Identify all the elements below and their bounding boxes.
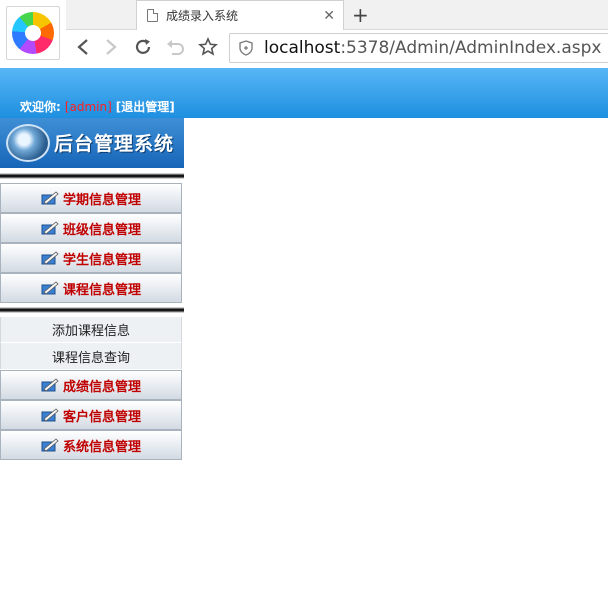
welcome-bar: 欢迎你: [admin] [退出管理] (20, 98, 175, 115)
page-icon (147, 9, 158, 22)
browser-chrome: 成绩录入系统 ✕ + localhost:5378/Admin/AdminInd… (0, 0, 608, 68)
forward-icon[interactable] (100, 36, 122, 58)
pen-note-icon (41, 280, 59, 296)
submenu-add-course[interactable]: 添加课程信息 (0, 317, 182, 343)
menu-label: 成绩信息管理 (62, 379, 141, 395)
menu-term-info[interactable]: 学期信息管理 (0, 183, 182, 213)
submenu-query-course[interactable]: 课程信息查询 (0, 343, 182, 369)
logout-link[interactable]: [退出管理] (116, 100, 175, 114)
menu-label: 客户信息管理 (62, 409, 141, 425)
back-icon[interactable] (72, 36, 94, 58)
pen-note-icon (41, 250, 59, 266)
reload-icon[interactable] (132, 36, 154, 58)
pen-note-icon (41, 437, 59, 453)
admin-emblem-icon (6, 124, 50, 162)
pen-note-icon (41, 407, 59, 423)
new-tab-icon[interactable]: + (352, 3, 369, 27)
menu-label: 学生信息管理 (62, 252, 141, 268)
address-bar[interactable]: localhost:5378/Admin/AdminIndex.aspx (229, 33, 608, 63)
pen-note-icon (41, 220, 59, 236)
url-path: :5378/Admin/AdminIndex.aspx (340, 38, 602, 58)
menu-system-info[interactable]: 系统信息管理 (0, 430, 182, 460)
menu-label: 课程信息管理 (62, 282, 141, 298)
tab-strip: 成绩录入系统 ✕ + (66, 0, 608, 30)
browser-logo-icon (6, 6, 60, 60)
banner-title: 后台管理系统 (54, 133, 175, 155)
undo-icon[interactable] (164, 36, 186, 58)
tab-title: 成绩录入系统 (166, 9, 239, 23)
pen-note-icon (41, 190, 59, 206)
menu-student-info[interactable]: 学生信息管理 (0, 243, 182, 273)
username: [admin] (64, 100, 112, 114)
site-shield-icon (238, 40, 254, 56)
menu-score-info[interactable]: 成绩信息管理 (0, 370, 182, 400)
menu-customer-info[interactable]: 客户信息管理 (0, 400, 182, 430)
menu-label: 班级信息管理 (62, 222, 141, 238)
menu-label: 学期信息管理 (62, 192, 141, 208)
browser-tab[interactable]: 成绩录入系统 ✕ (136, 0, 344, 30)
page-header: 欢迎你: [admin] [退出管理] (0, 68, 608, 118)
divider (0, 307, 184, 313)
sidebar-banner: 后台管理系统 (0, 118, 184, 168)
pen-note-icon (41, 377, 59, 393)
url-host: localhost (264, 38, 341, 58)
browser-toolbar: localhost:5378/Admin/AdminIndex.aspx (66, 30, 608, 66)
menu-label: 系统信息管理 (62, 439, 141, 455)
sidebar: 后台管理系统 学期信息管理 班级信息管理 学生信息管理 课程信息管理 添加课程信… (0, 118, 184, 468)
close-tab-icon[interactable]: ✕ (323, 8, 335, 24)
bookmark-star-icon[interactable] (197, 36, 219, 58)
welcome-label: 欢迎你: (20, 100, 61, 114)
menu-course-info[interactable]: 课程信息管理 (0, 273, 182, 303)
menu-class-info[interactable]: 班级信息管理 (0, 213, 182, 243)
divider (0, 173, 184, 179)
